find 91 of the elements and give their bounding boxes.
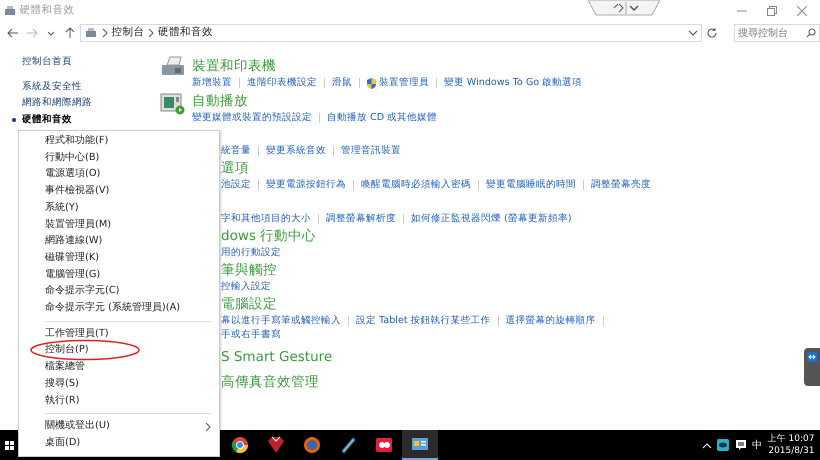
section-heading[interactable]: 裝置和印表機: [192, 56, 276, 76]
sidebar-link[interactable]: 硬體和音效: [22, 112, 72, 129]
link[interactable]: 自動播放 CD 或其他媒體: [327, 111, 438, 125]
link[interactable]: 調整螢幕解析度: [326, 212, 396, 226]
app-tile-icon: [375, 436, 393, 454]
forward-icon: [26, 27, 38, 39]
section-heading[interactable]: 高傳真音效管理: [221, 372, 319, 392]
breadcrumb-link[interactable]: 硬體和音效: [158, 25, 214, 41]
selected-bullet-icon: [12, 118, 16, 122]
notification-icon[interactable]: [734, 439, 747, 451]
search-placeholder: 搜尋控制台: [738, 26, 788, 40]
clock-date: 2015/8/31: [768, 445, 814, 457]
pen-icon: [339, 436, 357, 454]
side-panel-tab[interactable]: [804, 348, 820, 386]
menu-item[interactable]: 命令提示字元 (系統管理員)(A): [19, 300, 219, 317]
link[interactable]: 用的行動設定: [221, 246, 281, 260]
section-heading[interactable]: 自動播放: [192, 91, 248, 111]
link[interactable]: 變更 Windows To Go 啟動選項: [444, 76, 582, 90]
input-method-indicator[interactable]: 中: [752, 438, 762, 452]
link[interactable]: 變更電腦睡眠的時間: [486, 178, 576, 192]
diamond-icon: [267, 436, 285, 454]
link[interactable]: 設定 Tablet 按鈕執行某些工作: [356, 314, 491, 328]
link[interactable]: 選擇螢幕的旋轉順序: [506, 314, 596, 328]
link[interactable]: 新增裝置: [192, 76, 232, 90]
breadcrumb-link[interactable]: 控制台: [112, 25, 145, 41]
window-title: 硬體和音效: [20, 3, 74, 18]
clock-time: 上午 10:07: [768, 433, 814, 445]
link[interactable]: 管理音訊裝置: [341, 144, 401, 158]
printer-icon: [160, 56, 186, 78]
link[interactable]: 裝置管理員: [367, 76, 429, 90]
menu-item[interactable]: 控制台(P): [19, 342, 219, 360]
menu-item[interactable]: 行動中心(B): [19, 150, 219, 166]
section-heading[interactable]: 選項: [221, 158, 249, 178]
link[interactable]: 進階印表機設定: [247, 76, 317, 90]
link[interactable]: 變更媒體或裝置的預設設定: [192, 111, 312, 125]
control-panel-icon: [84, 27, 98, 39]
sidebar-link[interactable]: 控制台首頁: [22, 54, 72, 71]
chevron-right-icon: [205, 422, 211, 432]
menu-item[interactable]: 網路連線(W): [19, 233, 219, 250]
link[interactable]: 變更系統音效: [266, 144, 326, 158]
link[interactable]: 滑鼠: [332, 76, 352, 90]
refresh-icon: [706, 27, 718, 39]
menu-item[interactable]: 工作管理員(T): [19, 326, 219, 342]
autoplay-icon: [160, 91, 186, 115]
link[interactable]: 手或右手書寫: [221, 328, 281, 342]
search-field[interactable]: 搜尋控制台: [734, 24, 820, 42]
close-icon: [797, 6, 808, 16]
chevron-right-icon: [100, 28, 109, 38]
link[interactable]: 喚醒電腦時必須輸入密碼: [361, 178, 471, 192]
sidebar-link[interactable]: 系統及安全性: [22, 78, 82, 96]
taskbar-app[interactable]: [402, 430, 438, 460]
link[interactable]: 變更電源按鈕行為: [266, 178, 346, 192]
section-heading[interactable]: dows 行動中心: [221, 226, 316, 246]
link[interactable]: 調整螢幕亮度: [591, 178, 651, 192]
link[interactable]: 池設定: [221, 178, 251, 192]
restore-icon: [767, 6, 778, 16]
link[interactable]: 控輸入設定: [221, 280, 271, 294]
menu-item[interactable]: 檔案總管: [19, 359, 219, 376]
dropdown-caret-icon[interactable]: [688, 28, 698, 38]
shield-icon: [367, 78, 376, 88]
address-field[interactable]: 控制台 硬體和音效: [80, 24, 702, 42]
section-heading[interactable]: 電腦設定: [221, 294, 277, 314]
menu-item[interactable]: 搜尋(S): [19, 376, 219, 393]
control-panel-icon: [411, 435, 429, 453]
menu-item[interactable]: 系統(Y): [19, 200, 219, 217]
windows-logo-icon: [4, 440, 14, 450]
up-arrow-icon: [64, 27, 76, 39]
link[interactable]: 幕以進行手寫筆或觸控輸入: [221, 314, 341, 328]
clock[interactable]: 上午 10:07 2015/8/31: [768, 433, 814, 457]
menu-item[interactable]: 電源選項(O): [19, 166, 219, 184]
menu-item[interactable]: 執行(R): [19, 392, 219, 410]
chevron-up-icon[interactable]: [702, 441, 712, 449]
menu-item[interactable]: 命令提示字元(C): [19, 283, 219, 300]
link[interactable]: 字和其他項目的大小: [221, 212, 311, 226]
link[interactable]: 如何修正監視器閃爍 (螢幕更新頻率): [411, 212, 572, 226]
remote-toolbar[interactable]: [588, 0, 660, 16]
menu-item[interactable]: 關機或登出(U): [19, 418, 219, 435]
section-heading[interactable]: 筆與觸控: [221, 260, 277, 280]
menu-item[interactable]: 磁碟管理(K): [19, 250, 219, 267]
control-panel-icon: [2, 5, 17, 17]
search-icon: [806, 28, 816, 38]
chevron-right-icon: [147, 28, 156, 38]
menu-item[interactable]: 事件檢視器(V): [19, 183, 219, 200]
menu-item[interactable]: 程式和功能(F): [19, 133, 219, 150]
menu-item[interactable]: 裝置管理員(M): [19, 216, 219, 234]
menu-item[interactable]: 電腦管理(G): [19, 266, 219, 284]
menu-item[interactable]: 桌面(D): [19, 434, 219, 452]
back-icon: [7, 27, 20, 39]
sidebar-link[interactable]: 網路和網際網路: [22, 95, 92, 112]
section-heading[interactable]: S Smart Gesture: [221, 347, 332, 367]
link[interactable]: 統音量: [221, 144, 251, 158]
